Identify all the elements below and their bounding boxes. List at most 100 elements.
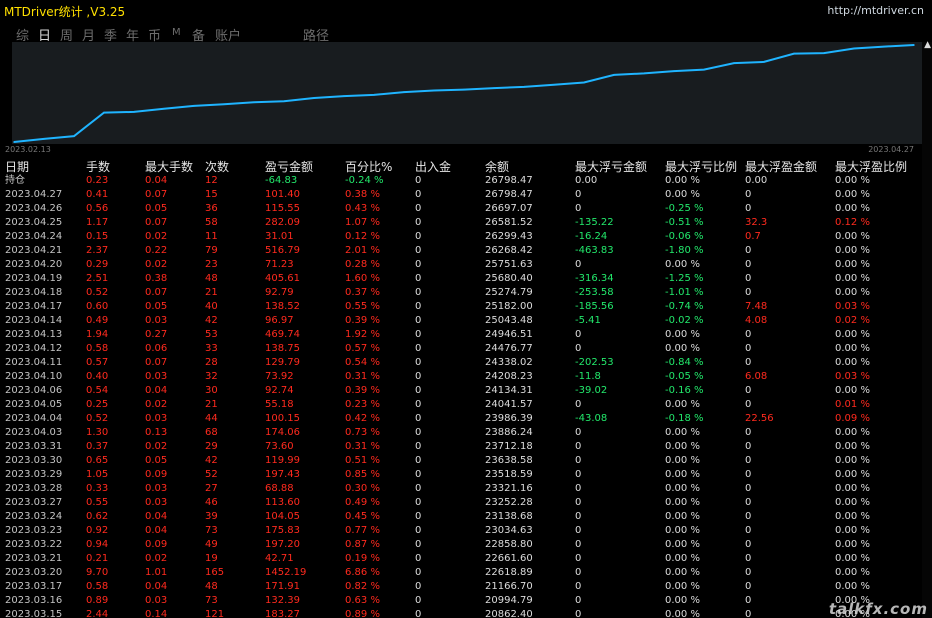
header-max-float-loss[interactable]: 最大浮亏金额: [575, 159, 647, 175]
cell-max-lots: 0.04: [145, 385, 168, 396]
cell-lots: 0.58: [86, 343, 109, 354]
cell-max-float-profit-pct: 0.00 %: [835, 189, 870, 200]
cell-max-float-loss: 0: [575, 539, 582, 550]
table-row[interactable]: 2023.03.28 0.33 0.03 27 68.88 0.30 % 0 23321.16…: [0, 482, 922, 496]
table-row[interactable]: 2023.04.13 1.94 0.27 53 469.74 1.92 % 0 24946.5…: [0, 328, 922, 342]
cell-max-lots: 0.07: [145, 189, 168, 200]
header-pct[interactable]: 百分比%: [345, 159, 392, 175]
cell-max-float-profit-pct: 0.00 %: [835, 581, 870, 592]
cell-trades: 11: [205, 231, 218, 242]
header-balance[interactable]: 余额: [485, 159, 509, 175]
cell-max-float-loss: 0: [575, 259, 582, 270]
table-row[interactable]: 2023.03.23 0.92 0.04 73 175.83 0.77 % 0 23034.6…: [0, 524, 922, 538]
table-row[interactable]: 2023.03.27 0.55 0.03 46 113.60 0.49 % 0 23252.2…: [0, 496, 922, 510]
equity-point: [193, 105, 195, 107]
table-row[interactable]: 2023.03.17 0.58 0.04 48 171.91 0.82 % 0 21166.7…: [0, 580, 922, 594]
cell-lots: 0.54: [86, 385, 109, 396]
cell-max-lots: 0.07: [145, 217, 168, 228]
tab-m[interactable]: M: [172, 27, 181, 38]
cell-deposit: 0: [415, 203, 422, 214]
table-row[interactable]: 2023.04.12 0.58 0.06 33 138.75 0.57 % 0 24476.7…: [0, 342, 922, 356]
cell-max-float-loss-pct: -1.80 %: [665, 245, 704, 256]
cell-pnl: 469.74: [265, 329, 300, 340]
holding-row[interactable]: 持仓 0.23 0.04 12 -64.83 -0.24 % 0 26798.47 0.00 0.…: [0, 174, 922, 188]
cell-max-float-loss: 0: [575, 203, 582, 214]
equity-point: [493, 87, 495, 89]
table-row[interactable]: 2023.04.14 0.49 0.03 42 96.97 0.39 % 0 25043.48…: [0, 314, 922, 328]
table-row[interactable]: 2023.03.15 2.44 0.14 121 183.27 0.89 % 0 20862.…: [0, 608, 922, 618]
cell-max-float-profit: 32.3: [745, 217, 768, 228]
cell-max-float-profit-pct: 0.09 %: [835, 413, 870, 424]
header-max-float-profit-pct[interactable]: 最大浮盈比例: [835, 159, 907, 175]
header-trades[interactable]: 次数: [205, 159, 229, 175]
cell-max-float-profit: 0: [745, 595, 752, 606]
cell-max-float-profit-pct: 0.00 %: [835, 357, 870, 368]
table-row[interactable]: 2023.04.25 1.17 0.07 58 282.09 1.07 % 0 26581.5…: [0, 216, 922, 230]
cell-balance: 22858.80: [485, 539, 533, 550]
cell-date: 2023.04.27: [5, 189, 63, 200]
cell-trades: 46: [205, 497, 218, 508]
cell-pnl: 119.99: [265, 455, 300, 466]
cell-pnl: 132.39: [265, 595, 300, 606]
table-row[interactable]: 2023.04.06 0.54 0.04 30 92.74 0.39 % 0 24134.31…: [0, 384, 922, 398]
cell-pnl: 101.40: [265, 189, 300, 200]
cell-max-float-loss-pct: -0.16 %: [665, 385, 704, 396]
header-lots[interactable]: 手数: [86, 159, 110, 175]
header-date[interactable]: 日期: [5, 159, 29, 175]
table-row[interactable]: 2023.03.31 0.37 0.02 29 73.60 0.31 % 0 23712.18…: [0, 440, 922, 454]
equity-point: [733, 62, 735, 64]
table-row[interactable]: 2023.03.24 0.62 0.04 39 104.05 0.45 % 0 23138.6…: [0, 510, 922, 524]
cell-balance: 25274.79: [485, 287, 533, 298]
header-pnl[interactable]: 盈亏金额: [265, 159, 313, 175]
table-row[interactable]: 2023.04.19 2.51 0.38 48 405.61 1.60 % 0 25680.4…: [0, 272, 922, 286]
table-row[interactable]: 2023.03.22 0.94 0.09 49 197.20 0.87 % 0 22858.8…: [0, 538, 922, 552]
cell-trades: 32: [205, 371, 218, 382]
cell-balance: 23138.68: [485, 511, 533, 522]
header-deposit[interactable]: 出入金: [415, 159, 451, 175]
table-row[interactable]: 2023.04.10 0.40 0.03 32 73.92 0.31 % 0 24208.23…: [0, 370, 922, 384]
cell-date: 2023.03.16: [5, 595, 63, 606]
table-row[interactable]: 2023.04.17 0.60 0.05 40 138.52 0.55 % 0 25182.0…: [0, 300, 922, 314]
table-row[interactable]: 2023.04.27 0.41 0.07 15 101.40 0.38 % 0 26798.4…: [0, 188, 922, 202]
cell-max-float-profit-pct: 0.00 %: [835, 539, 870, 550]
table-row[interactable]: 2023.04.04 0.52 0.03 44 100.15 0.42 % 0 23986.3…: [0, 412, 922, 426]
header-max-lots[interactable]: 最大手数: [145, 159, 193, 175]
cell-deposit: 0: [415, 553, 422, 564]
table-row[interactable]: 2023.04.03 1.30 0.13 68 174.06 0.73 % 0 23886.2…: [0, 426, 922, 440]
cell-date: 2023.04.10: [5, 371, 63, 382]
table-row[interactable]: 2023.04.26 0.56 0.05 36 115.55 0.43 % 0 26697.0…: [0, 202, 922, 216]
cell-trades: 40: [205, 301, 218, 312]
cell-date: 2023.03.28: [5, 483, 63, 494]
cell-balance: 24041.57: [485, 399, 533, 410]
cell-pnl: 104.05: [265, 511, 300, 522]
scroll-up-icon[interactable]: ▲: [924, 40, 931, 50]
table-row[interactable]: 2023.04.20 0.29 0.02 23 71.23 0.28 % 0 25751.63…: [0, 258, 922, 272]
cell-pct: 1.07 %: [345, 217, 380, 228]
table-row[interactable]: 2023.04.05 0.25 0.02 21 55.18 0.23 % 0 24041.57…: [0, 398, 922, 412]
site-url-link[interactable]: http://mtdriver.cn: [827, 4, 924, 17]
vertical-scrollbar[interactable]: [922, 42, 932, 618]
table-row[interactable]: 2023.04.11 0.57 0.07 28 129.79 0.54 % 0 24338.0…: [0, 356, 922, 370]
header-max-float-loss-pct[interactable]: 最大浮亏比例: [665, 159, 737, 175]
cell-lots: 2.44: [86, 609, 109, 618]
table-row[interactable]: 2023.03.20 9.70 1.01 165 1452.19 6.86 % 0 22618…: [0, 566, 922, 580]
equity-point: [313, 97, 315, 99]
cell-max-lots: 0.03: [145, 371, 168, 382]
cell-trades: 15: [205, 189, 218, 200]
cell-deposit: 0: [415, 567, 422, 578]
table-row[interactable]: 2023.03.16 0.89 0.03 73 132.39 0.63 % 0 20994.7…: [0, 594, 922, 608]
cell-max-lots: 0.38: [145, 273, 168, 284]
cell-pct: 0.85 %: [345, 469, 380, 480]
cell-pct: 2.01 %: [345, 245, 380, 256]
cell-balance: 26697.07: [485, 203, 533, 214]
table-row[interactable]: 2023.03.21 0.21 0.02 19 42.71 0.19 % 0 22661.60…: [0, 552, 922, 566]
header-max-float-profit[interactable]: 最大浮盈金额: [745, 159, 817, 175]
cell-balance: 23712.18: [485, 441, 533, 452]
table-row[interactable]: 2023.04.18 0.52 0.07 21 92.79 0.37 % 0 25274.79…: [0, 286, 922, 300]
table-row[interactable]: 2023.04.24 0.15 0.02 11 31.01 0.12 % 0 26299.43…: [0, 230, 922, 244]
table-row[interactable]: 2023.03.29 1.05 0.09 52 197.43 0.85 % 0 23518.5…: [0, 468, 922, 482]
cell-max-float-loss: -16.24: [575, 231, 608, 242]
table-row[interactable]: 2023.03.30 0.65 0.05 42 119.99 0.51 % 0 23638.5…: [0, 454, 922, 468]
cell-max-float-profit: 0: [745, 259, 752, 270]
table-row[interactable]: 2023.04.21 2.37 0.22 79 516.79 2.01 % 0 26268.4…: [0, 244, 922, 258]
